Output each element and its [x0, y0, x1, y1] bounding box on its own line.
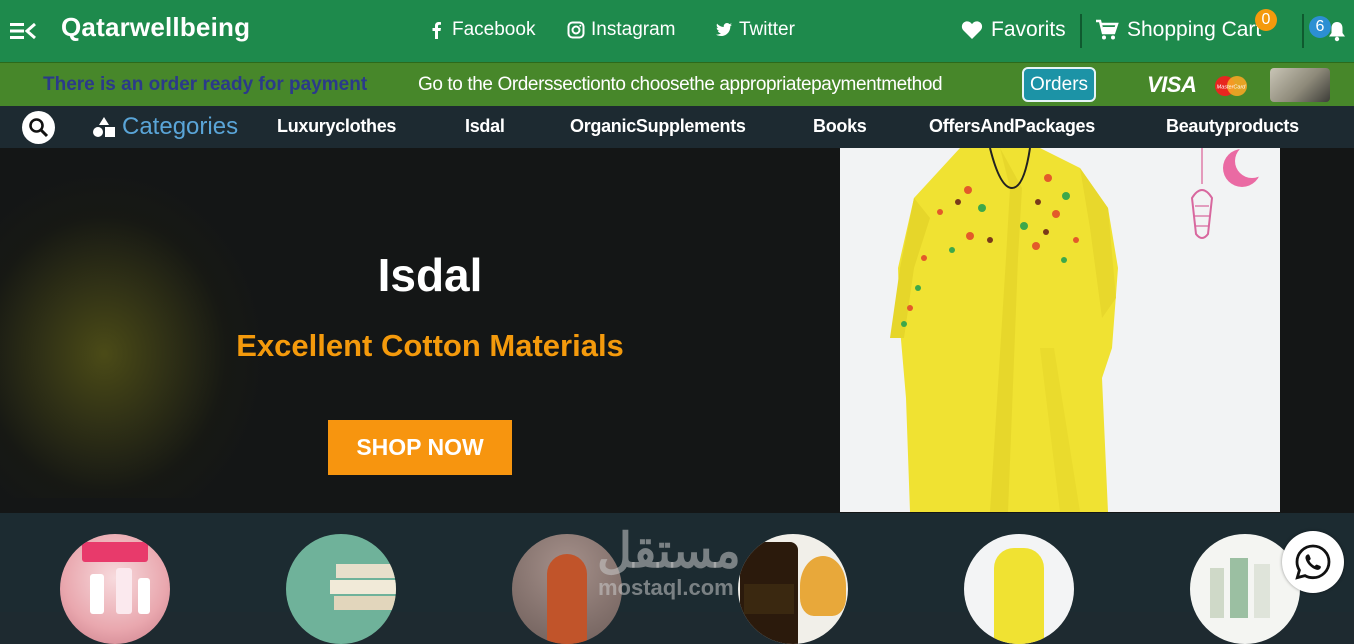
search-button[interactable]	[22, 111, 55, 144]
brand-logo[interactable]: Qatarwellbeing	[61, 12, 250, 43]
hero-subtitle: Excellent Cotton Materials	[236, 328, 624, 363]
categories-label: Categories	[122, 113, 239, 140]
category-link-isdal[interactable]: Isdal	[465, 116, 505, 137]
category-link-books[interactable]: Books	[813, 116, 867, 137]
facebook-icon	[432, 22, 441, 39]
whatsapp-icon	[1295, 544, 1331, 580]
watermark-latin: mostaql.com	[598, 575, 734, 600]
mastercard-text: MasterCard	[1217, 85, 1247, 91]
cart-label: Shopping Cart	[1127, 18, 1262, 41]
top-bar: Qatarwellbeing Facebook Instagram Twitte…	[0, 0, 1354, 62]
menu-icon[interactable]	[10, 19, 36, 43]
header-divider	[1080, 14, 1082, 48]
payment-card-image	[1270, 68, 1330, 102]
twitter-label: Twitter	[739, 19, 795, 40]
facebook-link[interactable]: Facebook	[428, 19, 535, 41]
favorites-link[interactable]: Favorits	[961, 18, 1066, 42]
cart-count-badge: 0	[1255, 9, 1277, 31]
watermark-arabic: مستقل	[597, 525, 741, 578]
hero-banner: Isdal Excellent Cotton Materials SHOP NO…	[0, 148, 1354, 513]
twitter-icon	[716, 23, 732, 36]
payment-message: Go to the Orderssectionto choosethe appr…	[418, 74, 943, 95]
shop-now-button[interactable]: SHOP NOW	[328, 420, 512, 475]
hero-product-image	[840, 148, 1280, 512]
mastercard-logo: MasterCard	[1215, 76, 1247, 96]
hero-title: Isdal	[377, 249, 483, 301]
shopping-cart-link[interactable]: Shopping Cart	[1095, 18, 1261, 42]
bell-icon[interactable]	[1326, 20, 1348, 42]
facebook-label: Facebook	[452, 19, 536, 40]
category-link-offers-packages[interactable]: OffersAndPackages	[929, 116, 1095, 137]
cart-icon	[1096, 19, 1119, 40]
category-link-luxury-clothes[interactable]: Luxuryclothes	[277, 116, 396, 137]
payment-alert: There is an order ready for payment	[43, 74, 368, 95]
category-link-beauty-products[interactable]: Beautyproducts	[1166, 116, 1299, 137]
twitter-link[interactable]: Twitter	[715, 19, 795, 41]
instagram-link[interactable]: Instagram	[567, 19, 675, 41]
shapes-icon	[93, 117, 115, 137]
payment-bar: There is an order ready for payment Go t…	[0, 62, 1354, 106]
search-icon	[29, 118, 49, 138]
category-circle-manuka-honey[interactable]	[738, 534, 848, 644]
yellow-isdal-illustration	[840, 148, 1280, 512]
orders-button[interactable]: Orders	[1022, 67, 1096, 102]
instagram-label: Instagram	[591, 19, 676, 40]
whatsapp-button[interactable]	[1282, 531, 1344, 593]
heart-icon	[961, 21, 983, 39]
category-circle-books[interactable]	[286, 534, 396, 644]
instagram-icon	[567, 21, 585, 39]
category-circle-isdal[interactable]	[964, 534, 1074, 644]
categories-menu[interactable]: Categories	[92, 113, 238, 141]
category-circles-strip: مستقل mostaql.com	[0, 513, 1354, 644]
header-divider	[1302, 14, 1304, 48]
favorites-label: Favorits	[991, 18, 1066, 41]
visa-logo: VISA	[1147, 72, 1197, 97]
category-circle-beauty-gifts[interactable]	[60, 534, 170, 644]
category-link-organic-supplements[interactable]: OrganicSupplements	[570, 116, 746, 137]
category-bar: Categories Luxuryclothes Isdal OrganicSu…	[0, 106, 1354, 148]
